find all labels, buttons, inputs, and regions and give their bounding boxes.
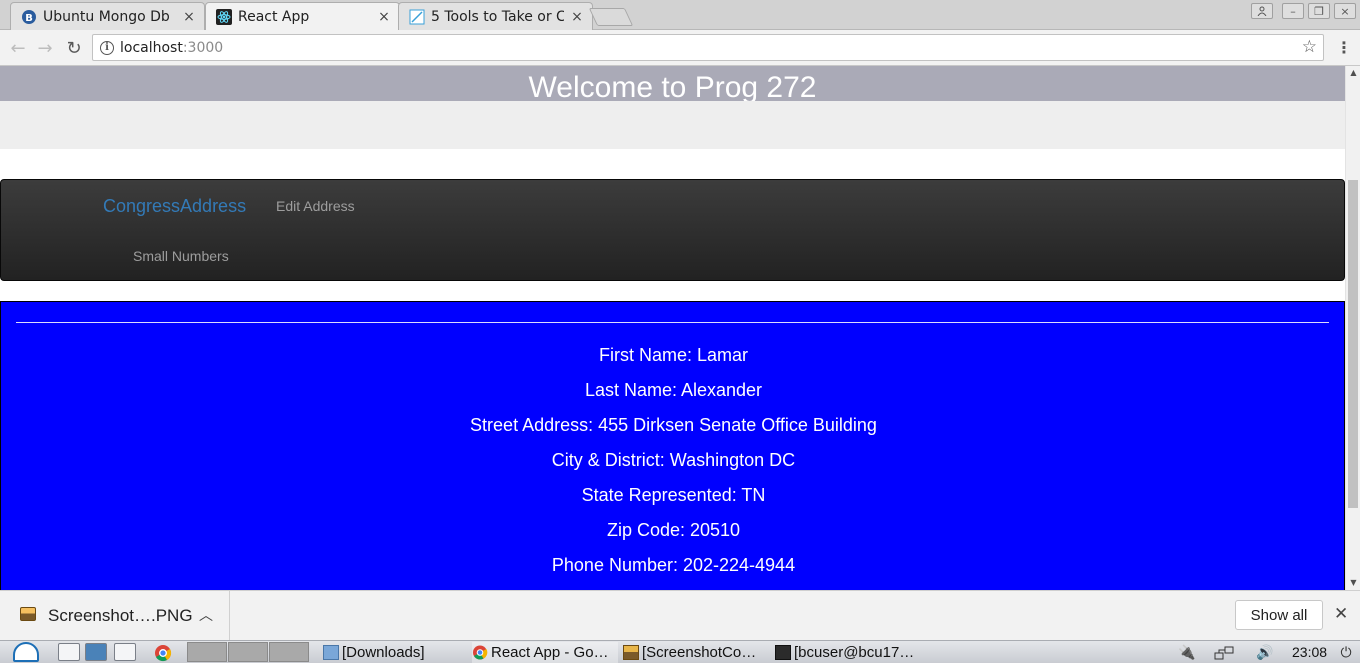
folder-icon	[323, 645, 339, 660]
reload-icon[interactable]: ↻	[62, 36, 86, 60]
nav-link-edit-address[interactable]: Edit Address	[276, 198, 355, 214]
scroll-down-icon[interactable]: ▼	[1346, 576, 1360, 590]
close-icon[interactable]: ✕	[1334, 604, 1348, 624]
network-icon[interactable]	[1212, 642, 1236, 663]
browser-toolbar: ← → ↻ i localhost:3000 ☆ ⋮	[0, 30, 1360, 66]
field-first-name: First Name: Lamar	[598, 345, 749, 365]
tab-title: Ubuntu Mongo Db	[43, 8, 170, 25]
field-last-name: Last Name: Alexander	[584, 380, 763, 400]
terminal-icon	[775, 645, 791, 660]
forward-arrow-icon[interactable]: →	[33, 36, 57, 60]
address-bar[interactable]: i localhost:3000 ☆	[92, 34, 1324, 61]
download-file-name: Screenshot….PNG	[48, 606, 193, 625]
file-manager-icon[interactable]	[58, 643, 80, 661]
page-icon	[409, 9, 425, 25]
field-zip-code: Zip Code: 20510	[606, 520, 741, 540]
field-city-district: City & District: Washington DC	[551, 450, 796, 470]
field-phone-number: Phone Number: 202-224-4944	[551, 555, 796, 575]
download-item[interactable]: Screenshot….PNG ︿	[0, 591, 230, 641]
close-window-button[interactable]: ×	[1334, 3, 1356, 19]
tab-close-icon[interactable]: ×	[377, 9, 391, 25]
taskbar-item-screenshot[interactable]: [ScreenshotCo…	[623, 642, 769, 663]
workspace-3[interactable]	[269, 642, 309, 662]
window-icon[interactable]	[114, 643, 136, 661]
navbar: CongressAddress Edit Address Small Numbe…	[0, 179, 1345, 281]
new-tab-button[interactable]	[588, 8, 634, 26]
url-host: localhost	[120, 39, 183, 56]
bookmark-star-icon[interactable]: ☆	[1302, 37, 1317, 57]
back-arrow-icon[interactable]: ←	[6, 36, 30, 60]
tab-close-icon[interactable]: ×	[570, 9, 584, 25]
taskbar-item-label: [bcuser@bcu17…	[794, 644, 915, 661]
downloads-shelf: Screenshot….PNG ︿ Show all ✕	[0, 590, 1360, 641]
image-file-icon	[20, 607, 36, 621]
page-viewport: Welcome to Prog 272 CongressAddress Edit…	[0, 66, 1345, 590]
chevron-up-icon[interactable]: ︿	[199, 605, 213, 625]
field-street-address: Street Address: 455 Dirksen Senate Offic…	[470, 415, 877, 435]
divider	[16, 322, 1329, 323]
power-plug-icon[interactable]: 🔌	[1176, 642, 1198, 663]
blogger-icon: B	[21, 9, 37, 25]
scroll-thumb[interactable]	[1348, 180, 1358, 508]
taskbar-item-label: React App - Go…	[491, 644, 609, 661]
chrome-icon[interactable]	[152, 643, 174, 662]
header-spacer	[0, 101, 1345, 149]
restore-button[interactable]: ❐	[1308, 3, 1330, 19]
tab-ubuntu-mongo[interactable]: B Ubuntu Mongo Db ×	[10, 2, 205, 30]
minimize-button[interactable]: –	[1282, 3, 1304, 19]
power-icon[interactable]: ⏻	[1336, 642, 1356, 663]
field-state: State Represented: TN	[581, 485, 766, 505]
volume-icon[interactable]: 🔊	[1254, 642, 1276, 663]
tab-title: React App	[238, 9, 310, 25]
svg-text:B: B	[25, 13, 33, 24]
workspace-2[interactable]	[228, 642, 268, 662]
taskbar-item-terminal[interactable]: [bcuser@bcu17…	[775, 642, 921, 663]
screenshot-icon	[623, 645, 639, 660]
address-panel: First Name: Lamar Last Name: Alexander S…	[0, 301, 1345, 590]
app-header: Welcome to Prog 272	[0, 66, 1345, 101]
chrome-icon	[472, 645, 488, 660]
tab-react-app[interactable]: React App ×	[205, 2, 400, 31]
nav-link-small-numbers[interactable]: Small Numbers	[133, 248, 229, 264]
url-port: :3000	[182, 39, 224, 56]
os-taskbar: [Downloads] React App - Go… [ScreenshotC…	[0, 640, 1360, 663]
desktop-icon[interactable]	[85, 643, 107, 661]
page-title: Welcome to Prog 272	[528, 71, 817, 101]
taskbar-item-label: [Downloads]	[342, 644, 425, 661]
tab-title: 5 Tools to Take or C	[431, 8, 564, 25]
clock: 23:08	[1292, 644, 1328, 660]
tab-strip: B Ubuntu Mongo Db × React App × 5 Tools …	[0, 0, 1360, 31]
workspace-1[interactable]	[187, 642, 227, 662]
tab-close-icon[interactable]: ×	[182, 9, 196, 25]
navbar-brand[interactable]: CongressAddress	[103, 196, 246, 217]
info-icon[interactable]: i	[100, 40, 114, 55]
start-menu-icon[interactable]	[6, 641, 46, 663]
scroll-up-icon[interactable]: ▲	[1346, 66, 1360, 80]
react-icon	[216, 9, 232, 25]
show-all-button[interactable]: Show all	[1235, 600, 1323, 630]
vertical-scrollbar[interactable]: ▲ ▼	[1345, 66, 1360, 590]
taskbar-item-downloads[interactable]: [Downloads]	[323, 642, 469, 663]
tab-5-tools[interactable]: 5 Tools to Take or C ×	[398, 2, 593, 30]
taskbar-item-react-app[interactable]: React App - Go…	[472, 642, 618, 663]
profile-icon[interactable]	[1251, 3, 1273, 19]
taskbar-item-label: [ScreenshotCo…	[642, 644, 757, 661]
menu-dots-icon[interactable]: ⋮	[1336, 38, 1352, 58]
